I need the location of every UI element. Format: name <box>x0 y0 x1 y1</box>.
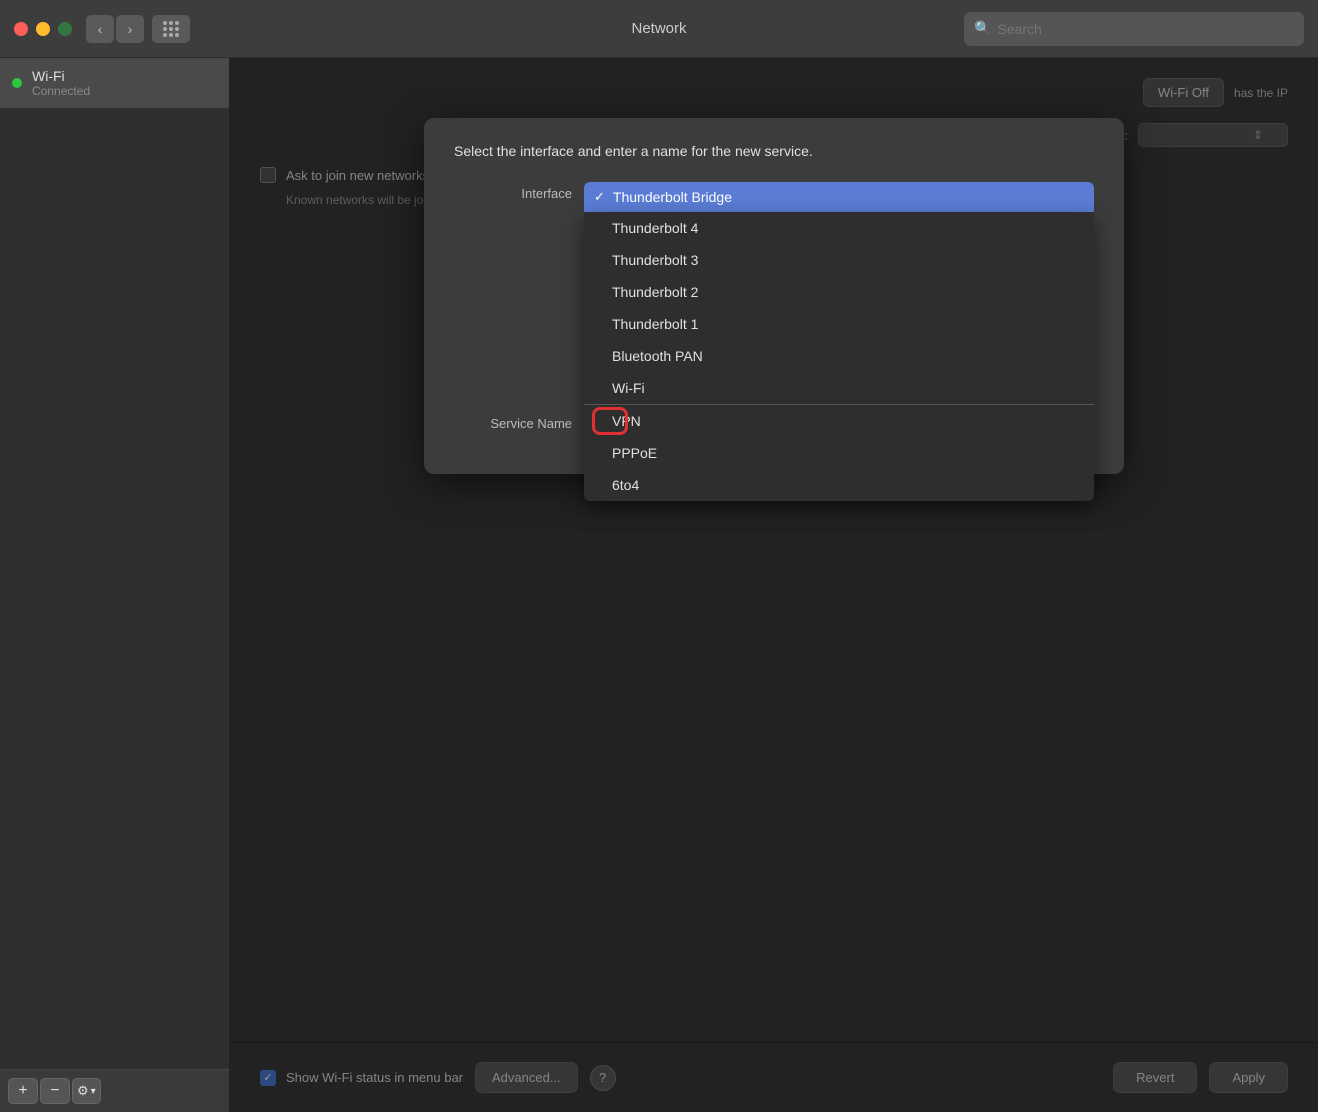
new-service-sheet: Select the interface and enter a name fo… <box>424 118 1124 474</box>
dropdown-item-bluetooth-pan[interactable]: Bluetooth PAN <box>584 340 1094 372</box>
selected-checkmark-icon: ✓ <box>594 189 605 205</box>
sidebar-item-subtitle: Connected <box>32 84 90 98</box>
sheet-description: Select the interface and enter a name fo… <box>454 142 1094 162</box>
remove-service-button[interactable]: − <box>40 1078 70 1104</box>
titlebar: ‹ › Network 🔍 <box>0 0 1318 58</box>
sheet-overlay: Select the interface and enter a name fo… <box>230 58 1318 1112</box>
dropdown-item-wifi[interactable]: Wi-Fi <box>584 372 1094 404</box>
interface-dropdown-container: ✓ Thunderbolt Bridge Thunderbolt 4 Thund… <box>584 182 1094 212</box>
interface-dropdown-selected[interactable]: ✓ Thunderbolt Bridge <box>584 182 1094 212</box>
interface-label: Interface <box>454 182 584 201</box>
dropdown-item-thunderbolt2[interactable]: Thunderbolt 2 <box>584 276 1094 308</box>
right-panel: Wi-Fi Off has the IP Network Name: ⇕ Ask… <box>230 58 1318 1112</box>
dropdown-item-pppoe[interactable]: PPPoE <box>584 437 1094 469</box>
search-bar[interactable]: 🔍 <box>964 12 1304 46</box>
dropdown-item-thunderbolt1[interactable]: Thunderbolt 1 <box>584 308 1094 340</box>
search-input[interactable] <box>997 21 1294 37</box>
interface-dropdown-menu: Thunderbolt 4 Thunderbolt 3 Thunderbolt … <box>584 212 1094 501</box>
window-title: Network <box>631 20 686 37</box>
sidebar-item-title: Wi-Fi <box>32 68 90 84</box>
wifi-status-dot <box>12 78 22 88</box>
sidebar-actions: + − ⚙ ▾ <box>0 1069 229 1112</box>
vpn-circle-highlight <box>592 407 628 435</box>
sidebar-item-wifi[interactable]: Wi-Fi Connected <box>0 58 229 109</box>
grid-view-button[interactable] <box>152 15 190 43</box>
search-icon: 🔍 <box>974 20 991 37</box>
sidebar: Wi-Fi Connected + − ⚙ ▾ <box>0 58 230 1112</box>
back-button[interactable]: ‹ <box>86 15 114 43</box>
grid-icon <box>163 21 179 37</box>
gear-menu-button[interactable]: ⚙ ▾ <box>72 1078 101 1104</box>
minimize-button[interactable] <box>36 22 50 36</box>
nav-buttons: ‹ › <box>86 15 144 43</box>
dropdown-item-6to4[interactable]: 6to4 <box>584 469 1094 501</box>
forward-button[interactable]: › <box>116 15 144 43</box>
dropdown-item-thunderbolt4[interactable]: Thunderbolt 4 <box>584 212 1094 244</box>
gear-dropdown-arrow: ▾ <box>91 1086 96 1097</box>
selected-interface-label: Thunderbolt Bridge <box>613 189 732 205</box>
traffic-lights <box>14 22 72 36</box>
gear-icon: ⚙ <box>77 1083 89 1099</box>
maximize-button[interactable] <box>58 22 72 36</box>
dropdown-item-thunderbolt3[interactable]: Thunderbolt 3 <box>584 244 1094 276</box>
interface-row: Interface ✓ Thunderbolt Bridge Thunderbo… <box>454 182 1094 212</box>
dropdown-item-vpn[interactable]: VPN <box>584 404 1094 437</box>
service-name-label: Service Name <box>454 412 584 431</box>
add-service-button[interactable]: + <box>8 1078 38 1104</box>
close-button[interactable] <box>14 22 28 36</box>
main-content: Wi-Fi Connected + − ⚙ ▾ Wi-Fi Off has th… <box>0 58 1318 1112</box>
sidebar-empty-area <box>0 109 229 1069</box>
